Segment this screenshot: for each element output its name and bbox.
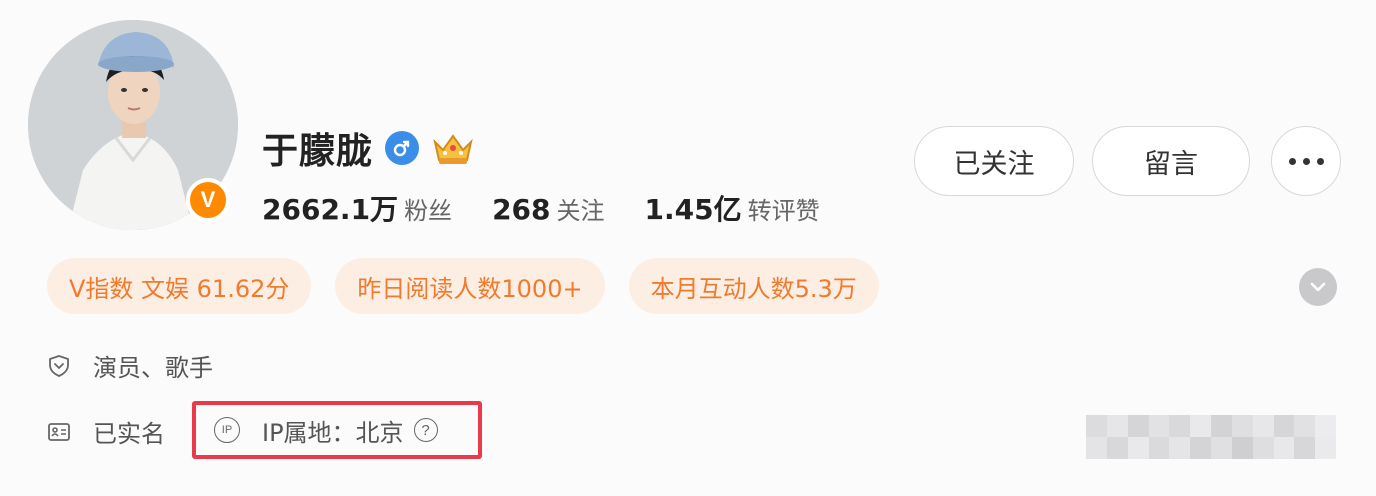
tag-yesterday-readers[interactable]: 昨日阅读人数1000+ [335, 258, 605, 314]
username: 于朦胧 [262, 131, 374, 172]
message-button[interactable]: 留言 [1092, 126, 1250, 196]
followed-button[interactable]: 已关注 [914, 126, 1074, 196]
stat-label: 粉丝 [404, 197, 453, 225]
male-icon [385, 131, 420, 165]
id-card-icon [48, 422, 70, 441]
help-icon[interactable]: ? [413, 418, 438, 442]
realname-row: 已实名 [47, 414, 165, 449]
pixelated-redaction [1086, 415, 1336, 459]
stat-label: 转评赞 [747, 197, 820, 225]
realname-text: 已实名 [93, 420, 165, 448]
stat-value: 268 [492, 193, 551, 226]
occupation-text: 演员、歌手 [93, 354, 213, 382]
stat-interactions[interactable]: 1.45亿 转评赞 [645, 188, 820, 228]
name-row: 于朦胧 [262, 122, 475, 174]
tag-monthly-interactions[interactable]: 本月互动人数5.3万 [628, 258, 879, 314]
crown-icon[interactable] [431, 128, 475, 168]
tag-list: V指数 文娱 61.62分 昨日阅读人数1000+ 本月互动人数5.3万 [47, 258, 879, 314]
stat-value: 1.45亿 [644, 193, 742, 226]
stats-row: 2662.1万 粉丝 268 关注 1.45亿 转评赞 [262, 188, 860, 228]
more-button[interactable] [1271, 126, 1341, 196]
avatar-container[interactable]: V [28, 20, 238, 230]
stat-value: 2662.1万 [262, 193, 399, 226]
ip-icon: IP [214, 417, 240, 443]
ip-location-text: IP属地：北京 [262, 418, 404, 447]
stat-fans[interactable]: 2662.1万 粉丝 [262, 188, 452, 228]
profile-card: V 于朦胧 2662.1万 粉丝 268 关注 1.45亿 转评赞 已关注 留言… [0, 0, 1376, 496]
expand-chevron-icon[interactable] [1299, 268, 1337, 306]
occupation-row: 演员、歌手 [47, 348, 213, 383]
stat-following[interactable]: 268 关注 [492, 191, 604, 226]
more-dots-icon [1288, 157, 1324, 165]
tag-v-index[interactable]: V指数 文娱 61.62分 [47, 258, 312, 314]
stat-label: 关注 [556, 197, 605, 225]
ip-location-highlight: IP IP属地：北京 ? [192, 401, 482, 459]
shield-icon [49, 354, 69, 377]
verified-badge-icon: V [186, 178, 230, 222]
